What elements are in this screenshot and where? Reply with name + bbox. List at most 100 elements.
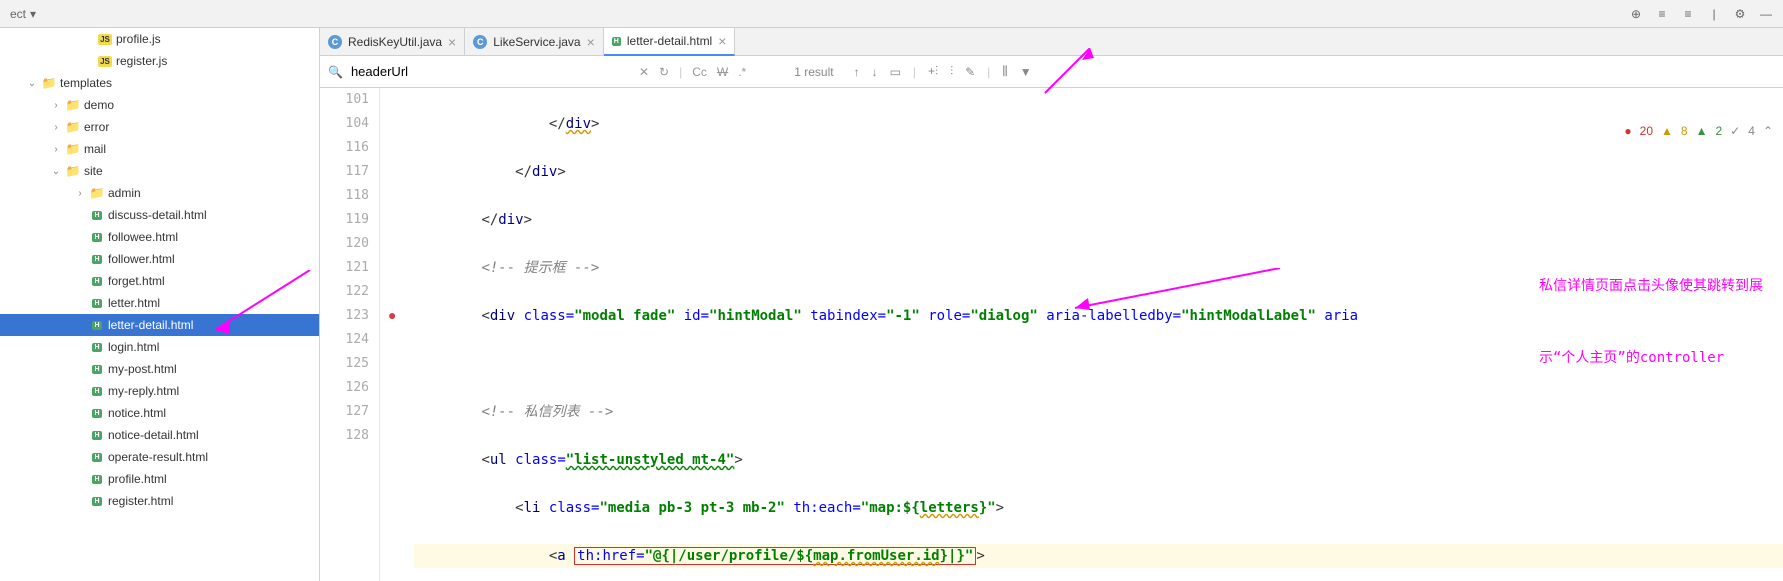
top-toolbar: ect ▾ ⊕ ≡ ≡ | ⚙ — — [0, 0, 1783, 28]
tree-item[interactable]: Hdiscuss-detail.html — [0, 204, 319, 226]
tree-item[interactable]: Hregister.html — [0, 490, 319, 512]
tree-item[interactable]: ›📁admin — [0, 182, 319, 204]
tree-item[interactable]: Hfollower.html — [0, 248, 319, 270]
line-number: 126 — [320, 376, 369, 400]
tree-item[interactable]: ⌄📁templates — [0, 72, 319, 94]
expand-icon[interactable]: ≡ — [1649, 3, 1675, 25]
file-icon: H — [88, 365, 106, 374]
tree-item[interactable]: ›📁demo — [0, 94, 319, 116]
tree-item[interactable]: Hoperate-result.html — [0, 446, 319, 468]
search-icon: 🔍 — [328, 65, 343, 79]
tree-item[interactable]: Hmy-reply.html — [0, 380, 319, 402]
file-icon: 📁 — [64, 164, 82, 178]
tree-item[interactable]: Hlogin.html — [0, 336, 319, 358]
tree-item-label: profile.js — [116, 32, 161, 46]
tree-arrow-icon: › — [48, 100, 64, 111]
rename-icon[interactable]: ✎ — [965, 65, 975, 79]
tree-item-label: followee.html — [108, 230, 178, 244]
tree-item-label: error — [84, 120, 109, 134]
annotation-text: 私信详情页面点击头像使其跳转到展 示“个人主页”的controller — [1539, 226, 1763, 418]
tree-item[interactable]: Hmy-post.html — [0, 358, 319, 380]
file-icon: H — [88, 233, 106, 242]
tree-item-label: letter-detail.html — [108, 318, 193, 332]
line-number: 104 — [320, 112, 369, 136]
tree-item[interactable]: ›📁error — [0, 116, 319, 138]
tree-item[interactable]: JSregister.js — [0, 50, 319, 72]
project-dropdown[interactable]: ect ▾ — [4, 5, 42, 23]
tree-item-label: forget.html — [108, 274, 165, 288]
search-results-count: 1 result — [794, 65, 833, 79]
tree-item[interactable]: Hletter.html — [0, 292, 319, 314]
tree-item-label: admin — [108, 186, 141, 200]
editor-tab[interactable]: C RedisKeyUtil.java × — [320, 28, 465, 55]
line-gutter: 1011041161171181191201211221231241251261… — [320, 88, 380, 581]
code-content[interactable]: </div> </div> </div> <!-- 提示框 --> <div c… — [410, 88, 1783, 581]
columns-icon[interactable]: ⫼ — [1002, 64, 1008, 79]
file-icon: H — [88, 453, 106, 462]
dropdown-arrow-icon: ▾ — [30, 7, 36, 21]
regex-icon[interactable]: .* — [738, 65, 746, 79]
gear-icon[interactable]: ⚙ — [1727, 3, 1753, 25]
file-icon: JS — [96, 56, 114, 67]
file-icon: H — [88, 343, 106, 352]
line-number: 124 — [320, 328, 369, 352]
html-icon: H — [612, 37, 621, 46]
file-icon: 📁 — [64, 98, 82, 112]
collapse-icon[interactable]: ≡ — [1675, 3, 1701, 25]
tree-item-label: follower.html — [108, 252, 175, 266]
tree-item[interactable]: ›📁mail — [0, 138, 319, 160]
file-icon: H — [88, 321, 106, 330]
tree-item-label: register.html — [108, 494, 173, 508]
close-icon[interactable]: × — [448, 34, 456, 50]
line-number: 120 — [320, 232, 369, 256]
target-icon[interactable]: ⊕ — [1623, 3, 1649, 25]
line-number: 118 — [320, 184, 369, 208]
code-editor[interactable]: ●20 ▲8 ▲2 ✓4 ⌃ 1011041161171181191201211… — [320, 88, 1783, 581]
next-match-icon[interactable]: ↓ — [872, 65, 878, 79]
line-number: 127 — [320, 400, 369, 424]
file-icon: H — [88, 431, 106, 440]
error-mark-icon: ● — [388, 307, 396, 323]
tab-label: LikeService.java — [493, 35, 580, 49]
tree-item-label: operate-result.html — [108, 450, 208, 464]
prev-match-icon[interactable]: ↑ — [854, 65, 860, 79]
match-case-icon[interactable]: Cc — [692, 65, 707, 79]
tree-item[interactable]: JSprofile.js — [0, 28, 319, 50]
search-input[interactable] — [351, 64, 631, 79]
tree-item-label: demo — [84, 98, 114, 112]
file-icon: JS — [96, 34, 114, 45]
close-icon[interactable]: × — [587, 34, 595, 50]
gutter-marks: ● — [380, 88, 410, 581]
minimize-icon[interactable]: — — [1753, 3, 1779, 25]
line-number: 116 — [320, 136, 369, 160]
words-icon[interactable]: W — [717, 65, 728, 79]
tree-item[interactable]: Hprofile.html — [0, 468, 319, 490]
tree-item[interactable]: ⌄📁site — [0, 160, 319, 182]
project-label: ect — [10, 7, 26, 21]
editor-tab[interactable]: CLikeService.java× — [465, 28, 604, 55]
divider: | — [1701, 3, 1727, 25]
line-number: 122 — [320, 280, 369, 304]
filter-icon[interactable]: ▼ — [1020, 65, 1032, 79]
close-search-icon[interactable]: ✕ — [639, 65, 649, 79]
editor-tab[interactable]: Hletter-detail.html× — [604, 28, 736, 56]
tree-item[interactable]: Hfollowee.html — [0, 226, 319, 248]
tree-item[interactable]: Hnotice.html — [0, 402, 319, 424]
line-number: 119 — [320, 208, 369, 232]
history-icon[interactable]: ↻ — [659, 65, 669, 79]
file-icon: H — [88, 497, 106, 506]
tree-item-label: templates — [60, 76, 112, 90]
tree-arrow-icon: › — [72, 188, 88, 199]
project-tree[interactable]: JSprofile.jsJSregister.js⌄📁templates›📁de… — [0, 28, 320, 581]
tab-label: RedisKeyUtil.java — [348, 35, 442, 49]
select-all-icon[interactable]: ▭ — [890, 65, 901, 79]
selection-icon[interactable]: ⫶ — [950, 64, 953, 79]
tree-item[interactable]: Hletter-detail.html — [0, 314, 319, 336]
tree-item[interactable]: Hforget.html — [0, 270, 319, 292]
line-number: 117 — [320, 160, 369, 184]
tree-item[interactable]: Hnotice-detail.html — [0, 424, 319, 446]
add-selection-icon[interactable]: +⫶ — [928, 64, 938, 79]
close-icon[interactable]: × — [718, 33, 726, 49]
java-icon: C — [328, 35, 342, 49]
tree-item-label: my-post.html — [108, 362, 177, 376]
